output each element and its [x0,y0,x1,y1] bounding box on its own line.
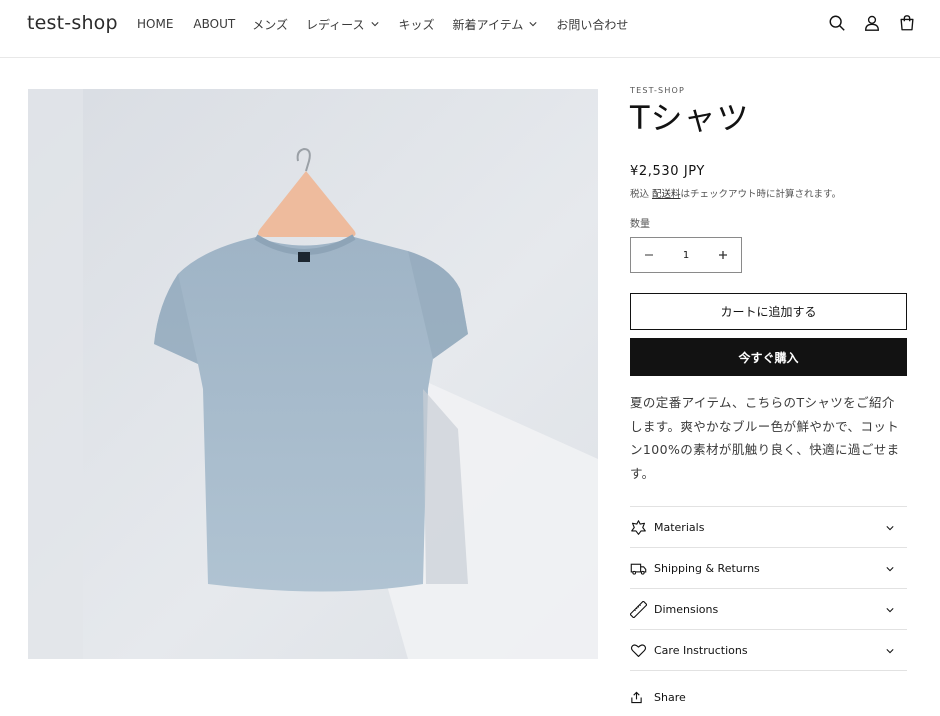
chevron-down-icon [370,22,379,27]
product-accordions: Materials Shipping & Returns Dimensions … [630,506,907,671]
nav-contact[interactable]: お問い合わせ [556,16,628,32]
nav-new-items-label: 新着アイテム [452,17,524,32]
tshirt-photo [28,89,598,659]
product-title: Tシャツ [630,99,750,137]
site-header: test-shop HOME ABOUT メンズ レディース キッズ 新着アイテ… [0,0,940,58]
tax-note: 税込 配送料はチェックアウト時に計算されます。 [630,186,907,200]
accordion-label: Care Instructions [654,643,748,657]
site-logo[interactable]: test-shop [27,12,118,34]
nav-about-label: ABOUT [193,17,236,31]
quantity-increase-button[interactable] [705,238,741,272]
tax-note-prefix: 税込 [630,189,653,200]
nav-home[interactable]: HOME [137,16,173,32]
accordion-dimensions[interactable]: Dimensions [630,589,907,630]
accordion-materials[interactable]: Materials [630,507,907,548]
accordion-care-instructions[interactable]: Care Instructions [630,630,907,671]
chevron-down-icon [886,567,894,572]
product-description: 夏の定番アイテム、こちらのTシャツをご紹介します。爽やかなブルー色が鮮やかで、コ… [630,395,900,481]
minus-icon [645,254,653,256]
product-image[interactable] [28,89,598,659]
nav-mens-label: メンズ [252,17,288,32]
product-price: ¥2,530 JPY [630,164,705,179]
nav-ladies-label: レディース [305,17,365,32]
shipping-link[interactable]: 配送料 [652,189,681,200]
main-nav: HOME ABOUT メンズ レディース キッズ 新着アイテム お問い合わせ [137,16,648,32]
nav-kids[interactable]: キッズ [399,16,435,32]
tax-note-suffix: はチェックアウト時に計算されます。 [680,189,842,200]
quantity-input[interactable] [669,248,703,262]
nav-ladies[interactable]: レディース [306,16,379,32]
quantity-label: 数量 [630,219,650,230]
nav-mens[interactable]: メンズ [252,16,288,32]
cart-icon[interactable] [898,14,916,32]
buy-now-button[interactable]: 今すぐ購入 [630,338,907,376]
chevron-down-icon [886,649,894,654]
chevron-down-icon [886,526,894,531]
nav-about[interactable]: ABOUT [193,16,235,32]
accordion-label: Shipping & Returns [654,561,760,575]
materials-icon [630,519,647,536]
quantity-stepper [630,237,742,273]
chevron-down-icon [886,608,894,613]
add-to-cart-button[interactable]: カートに追加する [630,293,907,330]
product-vendor: TEST-SHOP [630,86,686,95]
nav-kids-label: キッズ [398,17,435,32]
accordion-shipping-returns[interactable]: Shipping & Returns [630,548,907,589]
nav-new-items[interactable]: 新着アイテム [453,16,538,32]
header-icons [828,14,916,32]
truck-icon [630,560,647,577]
chevron-down-icon [529,22,537,27]
accordion-label: Dimensions [654,602,719,616]
heart-icon [630,642,647,659]
ruler-icon [630,600,647,618]
accordion-label: Materials [654,520,705,534]
share-icon [631,691,642,704]
nav-home-label: HOME [137,17,174,31]
product-info: TEST-SHOP Tシャツ ¥2,530 JPY 税込 配送料はチェックアウト… [630,86,907,704]
nav-contact-label: お問い合わせ [556,17,629,32]
share-button[interactable]: Share [630,691,907,704]
share-label: Share [654,691,686,704]
search-icon[interactable] [828,14,846,32]
account-icon[interactable] [863,14,881,32]
quantity-decrease-button[interactable] [631,238,667,272]
plus-icon [719,251,727,259]
